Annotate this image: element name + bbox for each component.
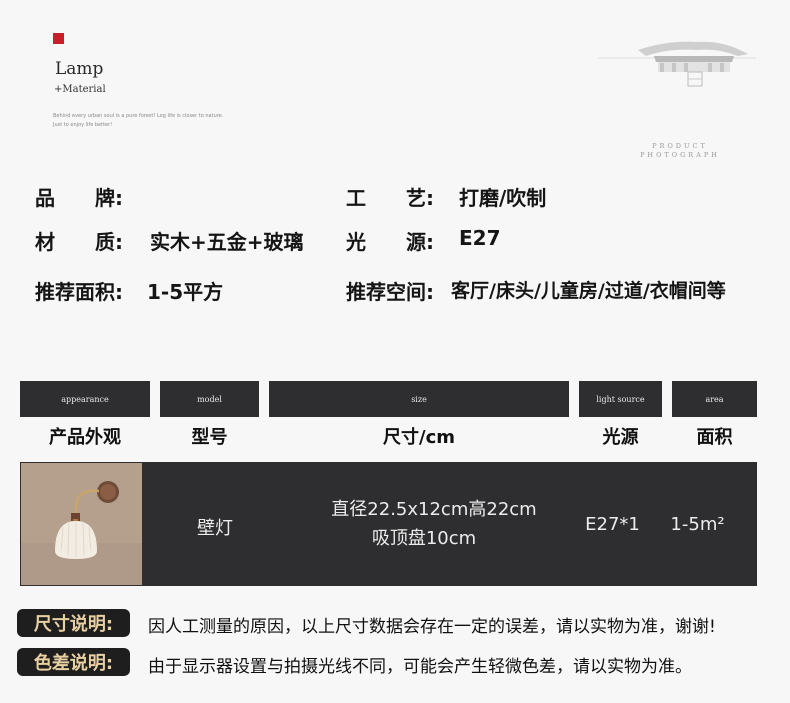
recommended-space-value: 客厅/床头/儿童房/过道/衣帽间等 bbox=[451, 280, 726, 302]
column-model: 型号 bbox=[191, 427, 228, 448]
light-source-value: E27 bbox=[459, 226, 501, 250]
light-source-value-cell: E27*1 bbox=[585, 514, 640, 535]
product-word: PRODUCT bbox=[652, 142, 708, 150]
recommended-area-label: 推荐面积: bbox=[35, 280, 123, 304]
page-subtitle: +Material bbox=[54, 84, 106, 95]
header-size: size bbox=[269, 381, 569, 417]
header-appearance: appearance bbox=[20, 381, 150, 417]
column-appearance: 产品外观 bbox=[49, 427, 121, 448]
craft-value: 打磨/吹制 bbox=[459, 186, 547, 210]
craft-label: 工 艺: bbox=[346, 186, 434, 210]
size-note-text: 因人工测量的原因，以上尺寸数据会存在一定的误差，请以实物为准，谢谢! bbox=[148, 617, 716, 637]
material-value: 实木+五金+玻璃 bbox=[150, 230, 304, 254]
color-note-label: 色差说明: bbox=[17, 648, 130, 676]
column-area: 面积 bbox=[696, 427, 733, 448]
size-note-label: 尺寸说明: bbox=[17, 609, 130, 637]
brand-label: 品 牌: bbox=[35, 186, 123, 210]
pavilion-illustration bbox=[598, 41, 756, 87]
column-light-source: 光源 bbox=[602, 427, 639, 448]
header-model: model bbox=[160, 381, 259, 417]
product-photograph-mark: PRODUCT PHOTOGRAPH bbox=[615, 142, 745, 160]
color-note-text: 由于显示器设置与拍摄光线不同，可能会产生轻微色差，请以实物为准。 bbox=[148, 657, 692, 677]
product-photo bbox=[21, 463, 142, 585]
tagline: Behind every urban soul is a pure forest… bbox=[53, 112, 273, 130]
size-value-line-2: 吸顶盘10cm bbox=[371, 528, 477, 549]
page-title: Lamp bbox=[55, 59, 104, 79]
header-light-source: light source bbox=[579, 381, 662, 417]
light-source-label: 光 源: bbox=[346, 230, 434, 254]
tagline-line-2: Just to enjoy life better! bbox=[53, 122, 113, 128]
material-label: 材 质: bbox=[35, 230, 123, 254]
recommended-area-value: 1-5平方 bbox=[147, 280, 224, 304]
column-size: 尺寸/cm bbox=[383, 427, 455, 448]
tagline-line-1: Behind every urban soul is a pure forest… bbox=[53, 113, 224, 119]
brand-logo bbox=[53, 33, 64, 44]
photograph-word: PHOTOGRAPH bbox=[640, 151, 720, 159]
wall-lamp-image bbox=[21, 463, 142, 585]
model-value: 壁灯 bbox=[197, 518, 233, 539]
recommended-space-label: 推荐空间: bbox=[346, 280, 434, 304]
area-value-cell: 1-5m² bbox=[670, 514, 725, 535]
header-area: area bbox=[672, 381, 757, 417]
size-value-line-1: 直径22.5x12cm高22cm bbox=[331, 499, 537, 520]
